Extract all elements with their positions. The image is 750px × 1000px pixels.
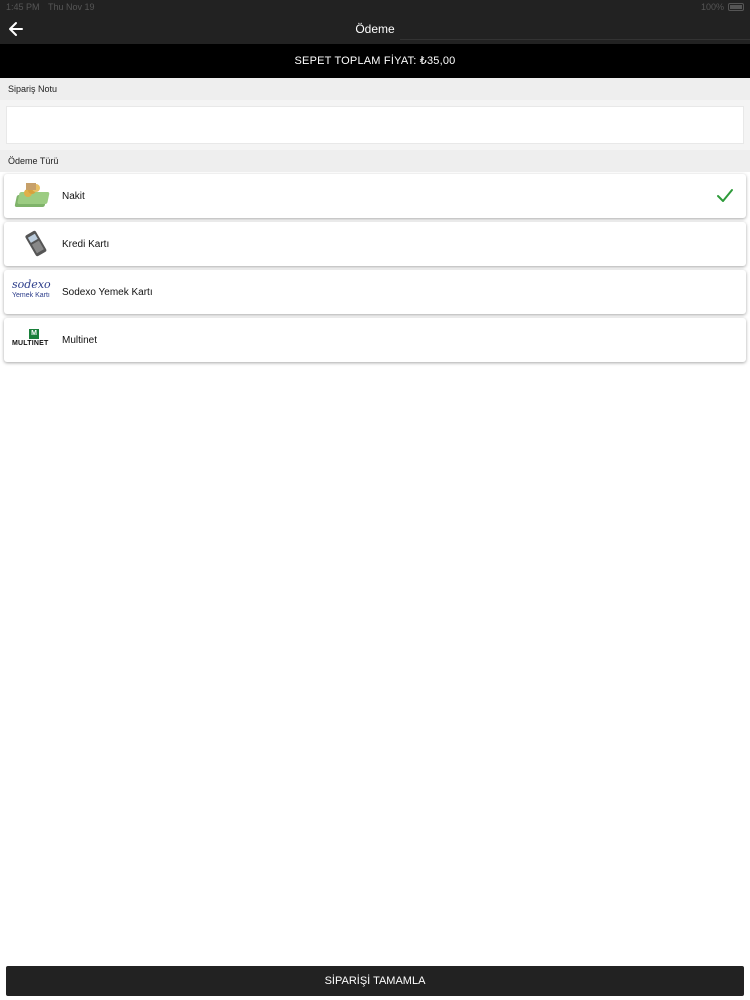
payment-option-cash[interactable]: Nakit [4,174,746,218]
battery-percent: 100% [700,2,724,12]
payment-option-credit-card[interactable]: Kredi Kartı [4,222,746,266]
battery-icon [728,3,744,11]
sodexo-logo-text: sodexo [12,278,51,291]
status-date: Thu Nov 19 [48,2,95,12]
cart-total-bar: SEPET TOPLAM FİYAT: ₺35,00 [0,44,750,78]
multinet-logo: M MULTINET [12,329,58,359]
payment-option-sodexo[interactable]: sodexo Yemek Kartı Sodexo Yemek Kartı [4,270,746,314]
multinet-logo-badge: M [29,329,39,339]
check-icon [716,187,734,205]
status-bar: 1:45 PM Thu Nov 19 100% [0,0,750,14]
payment-option-label: Kredi Kartı [62,239,110,250]
order-note-label: Sipariş Notu [0,78,750,100]
order-note-input[interactable] [6,106,744,144]
status-time: 1:45 PM [6,2,40,12]
payment-option-label: Nakit [62,191,85,202]
page-title: Ödeme [355,22,395,36]
complete-order-button[interactable]: SİPARİŞİ TAMAMLA [6,966,744,996]
cash-icon [12,181,58,211]
navbar-divider [400,39,750,40]
sodexo-logo-subtext: Yemek Kartı [12,292,50,299]
payment-option-multinet[interactable]: M MULTINET Multinet [4,318,746,362]
payment-option-label: Multinet [62,335,98,346]
payment-option-label: Sodexo Yemek Kartı [62,287,153,298]
card-terminal-icon [12,229,58,259]
multinet-logo-text: MULTINET [12,340,49,347]
payment-type-label: Ödeme Türü [0,150,750,172]
sodexo-logo: sodexo Yemek Kartı [12,279,58,309]
navigation-bar: Ödeme [0,14,750,44]
